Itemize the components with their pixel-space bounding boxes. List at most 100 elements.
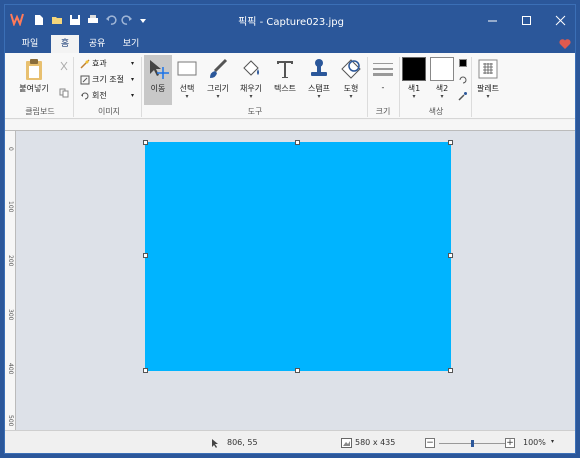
resize-handle[interactable] (448, 368, 453, 373)
app-window: 픽픽 - Capture023.jpg 파일 홈 공유 보기 붙여넣기 클립보드… (4, 4, 576, 454)
close-icon (555, 15, 565, 25)
fill-dropdown-icon[interactable]: ▾ (235, 94, 267, 100)
close-button[interactable] (543, 5, 575, 35)
tools-group-label: 도구 (247, 107, 263, 116)
resize-handle[interactable] (448, 253, 453, 258)
ribbon-divider (399, 57, 400, 117)
tab-view[interactable]: 보기 (115, 35, 147, 53)
rotate-label: 회전 (92, 91, 107, 100)
resize-dropdown-icon[interactable]: ▾ (131, 73, 134, 87)
effect-label: 효과 (92, 59, 107, 68)
tab-file[interactable]: 파일 (13, 35, 47, 53)
ruler-tick-label: 100 (7, 201, 14, 213)
horizontal-ruler (5, 120, 575, 131)
zoom-dropdown-icon[interactable]: ▾ (551, 438, 554, 445)
text-icon (277, 61, 293, 78)
image-size-icon (341, 438, 352, 448)
maximize-icon (521, 15, 531, 25)
text-label: 텍스트 (273, 84, 297, 93)
resize-handle[interactable] (143, 140, 148, 145)
color2-dropdown-icon[interactable]: ▾ (429, 94, 455, 100)
size-button[interactable]: - (369, 55, 397, 92)
effect-button[interactable]: 효과 (80, 57, 107, 71)
menu-tabs: 파일 홈 공유 보기 (5, 35, 575, 53)
move-icon (150, 60, 169, 79)
resize-handle[interactable] (295, 140, 300, 145)
tool-shape[interactable]: 도형 ▾ (337, 55, 365, 100)
ruler-tick-label: 400 (7, 363, 14, 375)
line-width-icon (373, 63, 393, 76)
ruler-tick-label: 500 (7, 415, 14, 427)
resize-handle[interactable] (143, 368, 148, 373)
palette-button[interactable]: 팔레트 ▾ (473, 55, 503, 100)
eyedropper-icon[interactable] (458, 89, 470, 103)
tab-home[interactable]: 홈 (51, 35, 79, 53)
refresh-color-icon[interactable] (458, 73, 470, 87)
color-group-label: 색상 (428, 107, 444, 116)
image-group-label: 이미지 (97, 107, 121, 116)
rotate-icon (81, 92, 89, 99)
shape-dropdown-icon[interactable]: ▾ (337, 94, 365, 100)
clipboard-group-label: 클립보드 (25, 107, 55, 116)
swap-colors-icon[interactable] (459, 59, 467, 67)
fill-bucket-icon (243, 60, 259, 76)
resize-label: 크기 조절 (92, 75, 124, 84)
status-bar: 806, 55 580 x 435 − + 100% ▾ (5, 430, 575, 453)
tool-text[interactable]: 텍스트 (270, 55, 300, 94)
paste-label: 붙여넣기 (19, 84, 49, 93)
ruler-tick-label: 200 (7, 255, 14, 267)
effect-icon (80, 58, 90, 69)
resize-icon (80, 75, 90, 84)
paste-button[interactable]: 붙여넣기 (13, 55, 55, 94)
minimize-icon (487, 20, 497, 21)
copy-icon[interactable] (59, 86, 71, 100)
ruler-tick-label: 0 (7, 147, 14, 151)
image-size: 580 x 435 (355, 438, 396, 447)
tool-move[interactable]: 이동 (144, 55, 172, 105)
tool-fill[interactable]: 채우기 ▾ (235, 55, 267, 100)
cut-icon[interactable] (59, 59, 71, 73)
title-bar: 픽픽 - Capture023.jpg (5, 5, 575, 35)
brush-icon (210, 58, 228, 78)
stamp-dropdown-icon[interactable]: ▾ (303, 94, 335, 100)
tab-share[interactable]: 공유 (81, 35, 113, 53)
shape-icon (341, 59, 361, 79)
effect-dropdown-icon[interactable]: ▾ (131, 57, 134, 71)
select-dropdown-icon[interactable]: ▾ (173, 94, 201, 100)
size-group-label: 크기 (375, 107, 391, 116)
maximize-button[interactable] (509, 5, 543, 35)
zoom-level[interactable]: 100% (523, 438, 546, 447)
vertical-ruler: 0 100 200 300 400 500 (5, 131, 16, 430)
tool-select[interactable]: 선택 ▾ (173, 55, 201, 100)
ribbon-divider (73, 57, 74, 117)
image-canvas[interactable] (145, 142, 451, 371)
zoom-out-button[interactable]: − (425, 438, 435, 448)
palette-dropdown-icon[interactable]: ▾ (473, 94, 503, 100)
palette-icon (478, 59, 498, 79)
zoom-in-button[interactable]: + (505, 438, 515, 448)
rotate-button[interactable]: 회전 (80, 89, 107, 103)
clipboard-icon (26, 59, 42, 80)
size-value: - (381, 83, 385, 92)
cursor-icon (212, 439, 218, 448)
heart-icon[interactable] (559, 38, 571, 50)
color1-button[interactable]: 색1 ▾ (401, 55, 427, 100)
resize-handle[interactable] (448, 140, 453, 145)
resize-button[interactable]: 크기 조절 (80, 73, 124, 87)
color2-button[interactable]: 색2 ▾ (429, 55, 455, 100)
resize-handle[interactable] (295, 368, 300, 373)
rotate-dropdown-icon[interactable]: ▾ (131, 89, 134, 103)
color1-dropdown-icon[interactable]: ▾ (401, 94, 427, 100)
ruler-tick-label: 300 (7, 309, 14, 321)
color1-swatch (402, 57, 426, 81)
stamp-icon (311, 59, 327, 76)
zoom-slider-thumb[interactable] (471, 440, 474, 447)
tool-draw[interactable]: 그리기 ▾ (203, 55, 233, 100)
tool-stamp[interactable]: 스탬프 ▾ (303, 55, 335, 100)
ribbon-divider (471, 57, 472, 117)
minimize-button[interactable] (475, 5, 509, 35)
ribbon-divider (141, 57, 142, 117)
resize-handle[interactable] (143, 253, 148, 258)
color2-swatch (430, 57, 454, 81)
draw-dropdown-icon[interactable]: ▾ (203, 94, 233, 100)
